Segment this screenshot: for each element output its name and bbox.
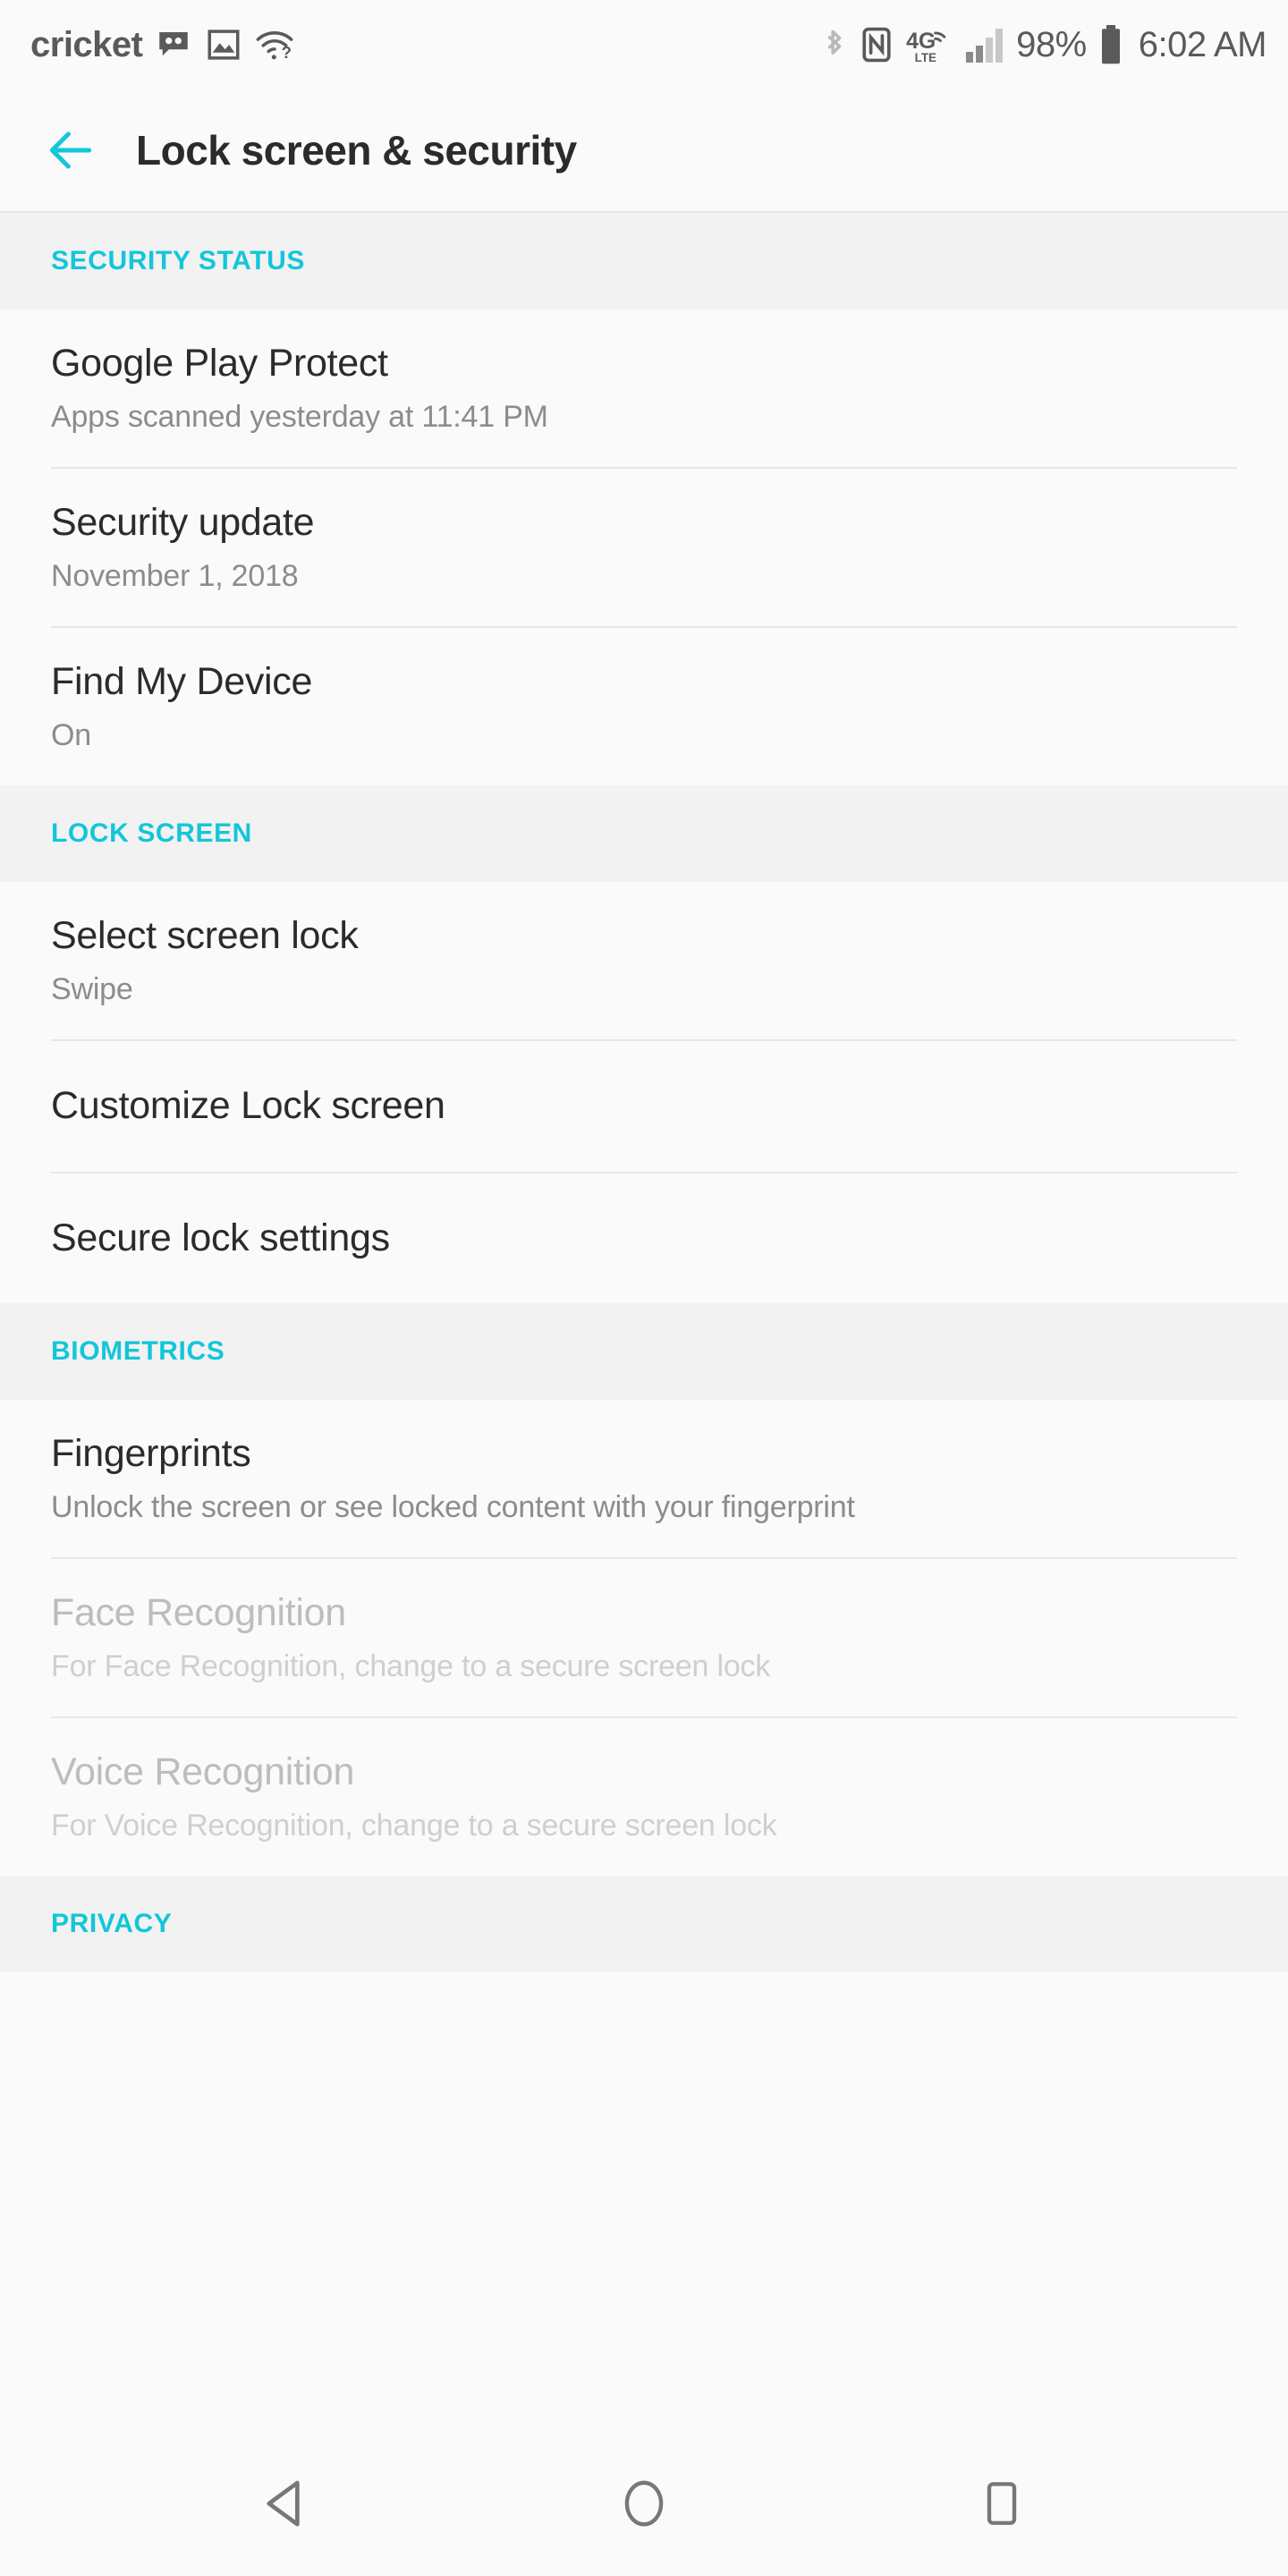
back-arrow-icon xyxy=(49,131,92,169)
row-face-recognition: Face Recognition For Face Recognition, c… xyxy=(0,1559,1288,1719)
row-title: Customize Lock screen xyxy=(51,1083,445,1127)
app-header: Lock screen & security xyxy=(0,89,1288,213)
row-title: Fingerprints xyxy=(51,1432,251,1476)
carrier-label: cricket xyxy=(30,24,143,64)
4g-lte-icon: 4G LTE xyxy=(906,29,946,64)
svg-text:LTE: LTE xyxy=(915,51,936,64)
status-bar-right: 4G LTE 98% 6:02 AM xyxy=(821,24,1267,65)
row-subtitle: Swipe xyxy=(51,971,133,1006)
svg-text:4G: 4G xyxy=(906,29,936,54)
section-header-biometrics: BIOMETRICS xyxy=(0,1303,1288,1401)
section-label: SECURITY STATUS xyxy=(51,246,306,275)
row-customize-lock-screen[interactable]: Customize Lock screen xyxy=(0,1041,1288,1174)
nfc-icon xyxy=(862,27,891,63)
wifi-question-icon: ? xyxy=(257,31,293,62)
row-title: Face Recognition xyxy=(51,1591,346,1635)
section-header-lock-screen: LOCK SCREEN xyxy=(0,784,1288,882)
row-fingerprints[interactable]: Fingerprints Unlock the screen or see lo… xyxy=(0,1400,1288,1560)
nav-recents-button[interactable] xyxy=(935,2436,1069,2571)
settings-list: SECURITY STATUS Google Play Protect Apps… xyxy=(0,213,1288,2431)
row-subtitle: Unlock the screen or see locked content … xyxy=(51,1490,855,1524)
row-title: Secure lock settings xyxy=(51,1216,390,1259)
page-title: Lock screen & security xyxy=(136,127,577,174)
section-rows-biometrics: Fingerprints Unlock the screen or see lo… xyxy=(0,1400,1288,1877)
row-security-update[interactable]: Security update November 1, 2018 xyxy=(0,469,1288,628)
row-find-my-device[interactable]: Find My Device On xyxy=(0,628,1288,785)
row-voice-recognition: Voice Recognition For Voice Recognition,… xyxy=(0,1718,1288,1876)
row-subtitle: For Voice Recognition, change to a secur… xyxy=(51,1808,777,1843)
system-navigation-bar xyxy=(0,2431,1288,2576)
home-nav-icon xyxy=(624,2480,664,2527)
phone-screen: cricket ? 4G LTE 98% 6:02 AM Lock screen… xyxy=(0,0,1288,2576)
svg-text:?: ? xyxy=(282,43,292,62)
row-title: Select screen lock xyxy=(51,913,359,957)
screenshot-icon xyxy=(208,30,240,60)
section-header-privacy: PRIVACY xyxy=(0,1876,1288,1973)
row-subtitle: November 1, 2018 xyxy=(51,558,299,593)
section-label: PRIVACY xyxy=(51,1909,173,1939)
recents-nav-icon xyxy=(987,2482,1017,2525)
section-rows-security-status: Google Play Protect Apps scanned yesterd… xyxy=(0,309,1288,785)
section-label: BIOMETRICS xyxy=(51,1336,225,1367)
section-label: LOCK SCREEN xyxy=(51,818,252,848)
signal-bars-icon xyxy=(966,29,1004,63)
status-bar-left: cricket ? xyxy=(30,25,294,65)
row-title: Find My Device xyxy=(51,659,313,703)
row-subtitle: Apps scanned yesterday at 11:41 PM xyxy=(51,399,548,434)
row-title: Security update xyxy=(51,500,315,544)
status-bar: cricket ? 4G LTE 98% 6:02 AM xyxy=(0,0,1288,89)
voicemail-icon xyxy=(159,32,189,56)
row-title: Voice Recognition xyxy=(51,1750,355,1794)
row-subtitle: For Face Recognition, change to a secure… xyxy=(51,1648,771,1683)
row-google-play-protect[interactable]: Google Play Protect Apps scanned yesterd… xyxy=(0,309,1288,469)
clock-label: 6:02 AM xyxy=(1138,24,1267,64)
battery-icon xyxy=(1101,25,1120,64)
bluetooth-icon xyxy=(827,30,842,55)
battery-percent-label: 98% xyxy=(1016,24,1087,64)
section-rows-lock-screen: Select screen lock Swipe Customize Lock … xyxy=(0,881,1288,1304)
nav-back-button[interactable] xyxy=(219,2436,353,2571)
row-subtitle: On xyxy=(51,717,91,752)
back-nav-icon xyxy=(267,2480,300,2527)
nav-home-button[interactable] xyxy=(577,2436,711,2571)
row-secure-lock-settings[interactable]: Secure lock settings xyxy=(0,1174,1288,1304)
row-select-screen-lock[interactable]: Select screen lock Swipe xyxy=(0,882,1288,1041)
section-header-security-status: SECURITY STATUS xyxy=(0,213,1288,309)
back-button[interactable] xyxy=(43,115,113,185)
row-title: Google Play Protect xyxy=(51,342,388,385)
